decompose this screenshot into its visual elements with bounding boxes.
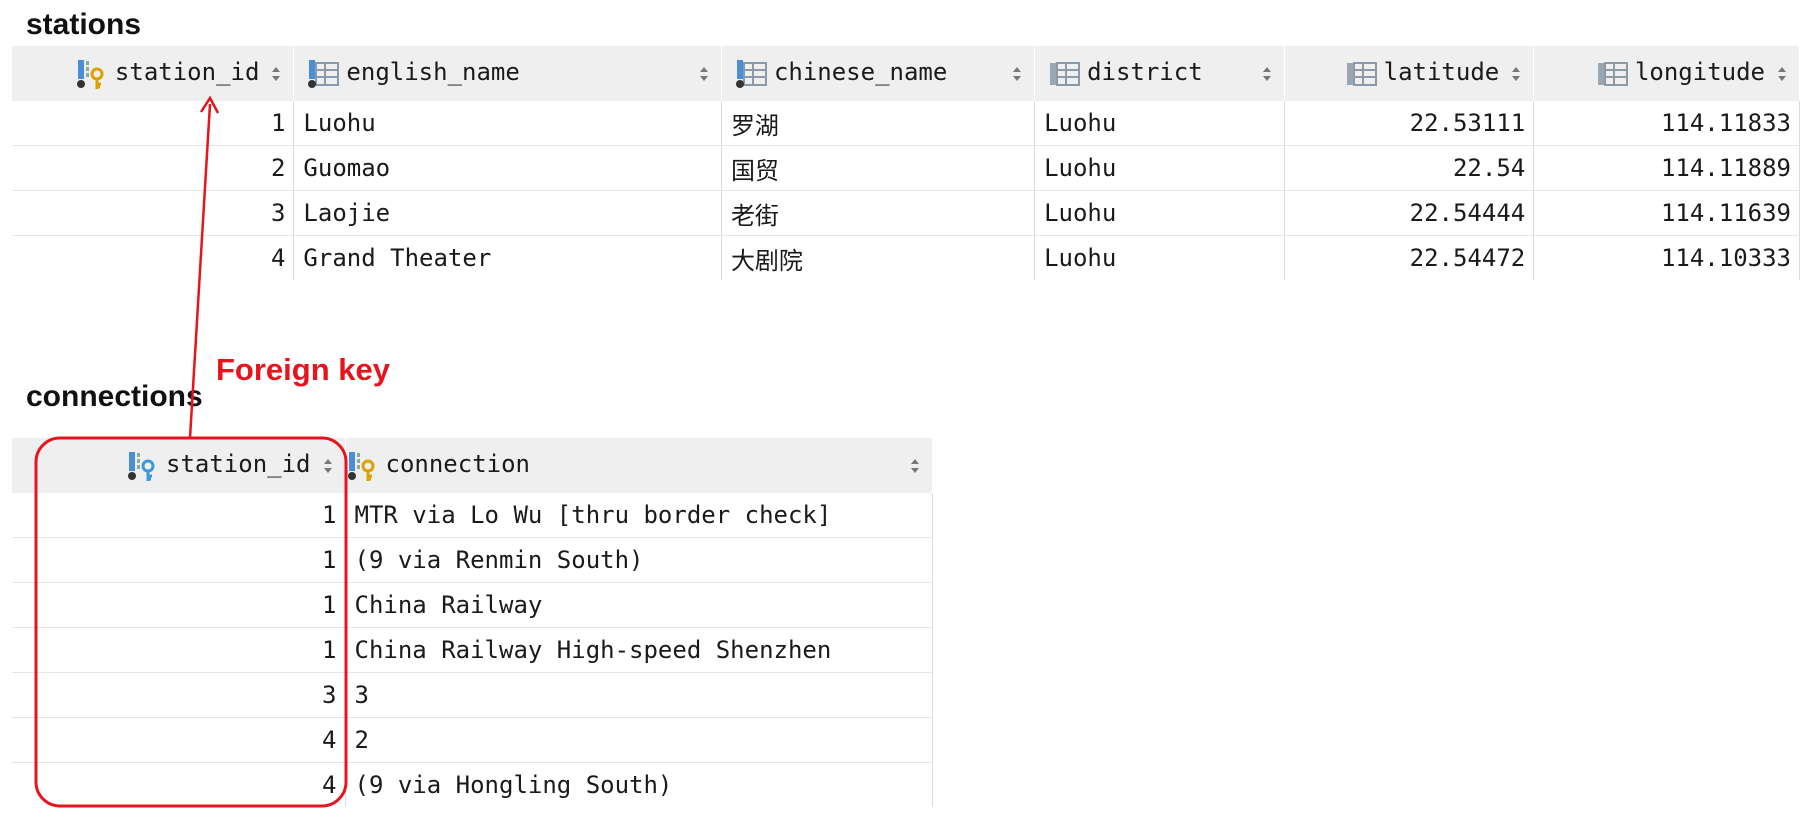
column-label: connection [385, 449, 531, 478]
stations-table: station_id english_name chinese_name dis… [12, 46, 1800, 280]
cell-connection[interactable]: China Railway [345, 582, 933, 628]
cell-station_id[interactable]: 2 [12, 145, 295, 191]
column-icon [1344, 57, 1378, 91]
cell-english_name[interactable]: Luohu [293, 101, 722, 146]
column-label: chinese_name [773, 57, 948, 86]
column-label: station_id [166, 449, 311, 478]
cell-station_id[interactable]: 1 [12, 582, 346, 628]
sort-icon[interactable] [321, 454, 335, 478]
column-header-station_id[interactable]: station_id [12, 46, 295, 101]
column-label: station_id [114, 57, 260, 86]
sort-icon[interactable] [1010, 62, 1024, 86]
stations-table-title: stations [26, 8, 142, 41]
foreign-key-label: Foreign key [216, 352, 390, 387]
cell-english_name[interactable]: Grand Theater [293, 235, 722, 280]
cell-longitude[interactable]: 114.11889 [1533, 145, 1800, 191]
column-icon [1047, 57, 1081, 91]
column-header-district[interactable]: district [1034, 46, 1285, 101]
cell-station_id[interactable]: 1 [12, 101, 295, 146]
sort-icon[interactable] [269, 62, 283, 86]
table-row[interactable]: 3 Laojie 老街 Luohu 22.54444 114.11639 [12, 190, 1800, 236]
sort-icon[interactable] [1775, 62, 1789, 86]
table-row[interactable]: 2 Guomao 国贸 Luohu 22.54 114.11889 [12, 145, 1800, 191]
cell-chinese_name[interactable]: 大剧院 [721, 235, 1036, 280]
table-row[interactable]: 4 Grand Theater 大剧院 Luohu 22.54472 114.1… [12, 235, 1800, 280]
cell-connection[interactable]: 3 [345, 672, 933, 718]
table-row[interactable]: 4 2 [12, 717, 933, 763]
cell-station_id[interactable]: 3 [12, 672, 346, 718]
sort-icon[interactable] [697, 62, 711, 86]
column-label: district [1087, 57, 1203, 86]
key-column-icon [346, 449, 380, 483]
table-row[interactable]: 1 MTR via Lo Wu [thru border check] [12, 493, 933, 538]
cell-connection[interactable]: China Railway High-speed Shenzhen [345, 627, 933, 673]
cell-station_id[interactable]: 1 [12, 627, 346, 673]
cell-english_name[interactable]: Guomao [293, 145, 722, 191]
table-row[interactable]: 1 China Railway High-speed Shenzhen [12, 627, 933, 673]
cell-district[interactable]: Luohu [1034, 145, 1285, 191]
column-label: latitude [1383, 57, 1500, 86]
cell-connection[interactable]: (9 via Hongling South) [345, 762, 933, 807]
column-header-chinese_name[interactable]: chinese_name [721, 46, 1036, 101]
key-column-icon [126, 449, 160, 483]
table-row[interactable]: 3 3 [12, 672, 933, 718]
connections-table-title: connections [26, 380, 203, 413]
table-row[interactable]: 1 (9 via Renmin South) [12, 537, 933, 583]
cell-connection[interactable]: 2 [345, 717, 933, 763]
table-row[interactable]: 1 China Railway [12, 582, 933, 628]
cell-station_id[interactable]: 3 [12, 190, 295, 236]
cell-longitude[interactable]: 114.11833 [1533, 101, 1800, 146]
cell-longitude[interactable]: 114.11639 [1533, 190, 1800, 236]
table-row[interactable]: 4 (9 via Hongling South) [12, 762, 933, 807]
cell-station_id[interactable]: 4 [12, 717, 346, 763]
column-header-station_id[interactable]: station_id [12, 438, 346, 493]
sort-icon[interactable] [1509, 62, 1523, 86]
cell-district[interactable]: Luohu [1034, 235, 1285, 280]
sort-icon[interactable] [908, 454, 922, 478]
column-header-english_name[interactable]: english_name [293, 46, 722, 101]
cell-latitude[interactable]: 22.53111 [1284, 101, 1535, 146]
cell-latitude[interactable]: 22.54 [1284, 145, 1535, 191]
cell-district[interactable]: Luohu [1034, 190, 1285, 236]
cell-longitude[interactable]: 114.10333 [1533, 235, 1800, 280]
cell-district[interactable]: Luohu [1034, 101, 1285, 146]
cell-station_id[interactable]: 1 [12, 493, 346, 538]
cell-station_id[interactable]: 1 [12, 537, 346, 583]
cell-connection[interactable]: (9 via Renmin South) [345, 537, 933, 583]
column-header-longitude[interactable]: longitude [1533, 46, 1800, 101]
cell-english_name[interactable]: Laojie [293, 190, 722, 236]
connections-table: station_id connection 1 MTR via Lo Wu [t… [12, 438, 933, 807]
column-label: english_name [346, 57, 520, 86]
column-header-connection[interactable]: connection [345, 438, 933, 493]
cell-latitude[interactable]: 22.54472 [1284, 235, 1535, 280]
cell-chinese_name[interactable]: 罗湖 [721, 101, 1036, 146]
cell-station_id[interactable]: 4 [12, 762, 346, 807]
sort-icon[interactable] [1260, 62, 1274, 86]
cell-station_id[interactable]: 4 [12, 235, 295, 280]
cell-chinese_name[interactable]: 老街 [721, 190, 1036, 236]
column-icon [306, 57, 340, 91]
column-icon [734, 57, 768, 91]
primary-key-column-icon [75, 57, 109, 91]
column-header-latitude[interactable]: latitude [1284, 46, 1535, 101]
cell-connection[interactable]: MTR via Lo Wu [thru border check] [345, 493, 933, 538]
cell-chinese_name[interactable]: 国贸 [721, 145, 1036, 191]
column-icon [1595, 57, 1629, 91]
column-label: longitude [1634, 57, 1765, 86]
table-row[interactable]: 1 Luohu 罗湖 Luohu 22.53111 114.11833 [12, 101, 1800, 146]
cell-latitude[interactable]: 22.54444 [1284, 190, 1535, 236]
